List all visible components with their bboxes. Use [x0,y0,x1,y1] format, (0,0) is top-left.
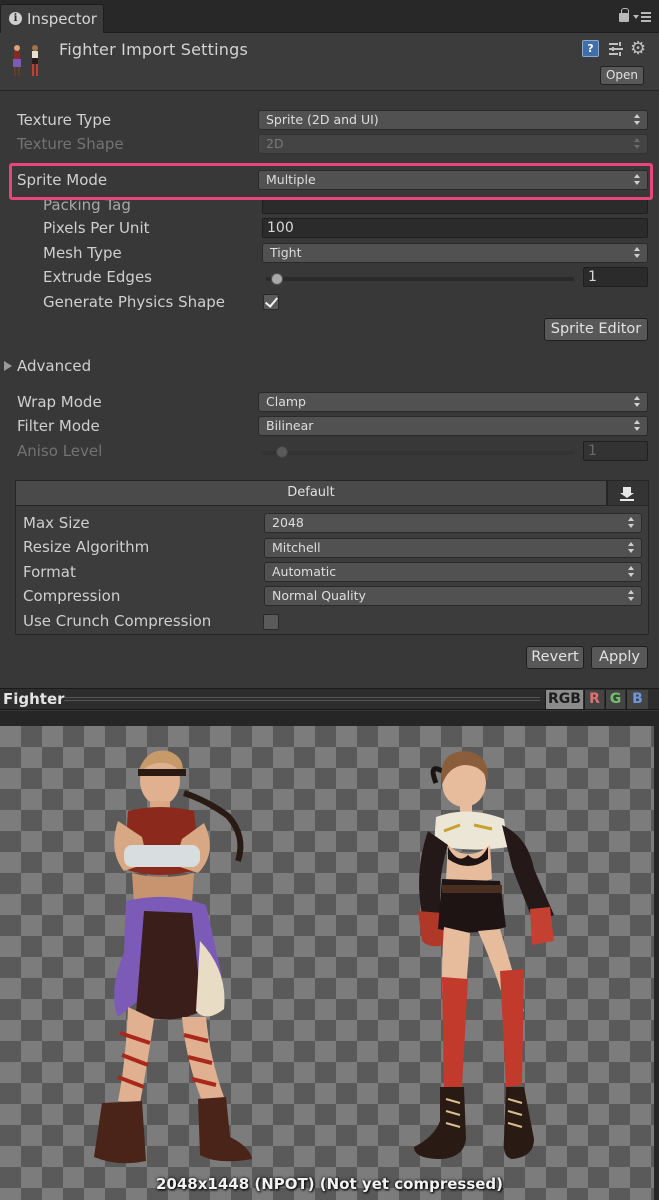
format-value: Automatic [272,564,337,579]
resize-algorithm-dropdown[interactable]: Mitchell [264,538,642,558]
max-size-value: 2048 [272,515,304,530]
channel-g-button[interactable]: G [605,690,625,709]
compression-value: Normal Quality [272,588,366,603]
texture-type-value: Sprite (2D and UI) [266,112,379,127]
foldout-arrow-icon[interactable] [4,361,12,371]
use-crunch-compression-checkbox[interactable] [263,614,279,630]
channel-b-button[interactable]: B [626,690,648,709]
download-icon[interactable] [607,480,649,506]
max-size-label: Max Size [23,514,90,532]
pixels-per-unit-field[interactable]: 100 [262,218,648,238]
texture-shape-dropdown: 2D [258,134,648,154]
wrap-mode-dropdown[interactable]: Clamp [258,392,648,412]
dropdown-arrows-icon [634,396,640,408]
texture-type-dropdown[interactable]: Sprite (2D and UI) [258,110,648,130]
tab-menu-icon[interactable] [633,12,651,22]
aniso-level-slider [262,451,574,455]
channel-rgb-button[interactable]: RGB [545,690,583,709]
preset-icon[interactable] [608,41,624,57]
dropdown-arrows-icon [634,247,640,259]
texture-type-label: Texture Type [17,111,112,129]
aniso-level-field: 1 [583,441,648,461]
female-fighter-sprite [414,751,554,1159]
header-title: Fighter Import Settings [59,40,248,59]
compression-label: Compression [23,587,121,605]
info-icon: i [9,12,22,25]
dropdown-arrows-icon [634,114,640,126]
mesh-type-value: Tight [270,245,302,260]
tab-inspector[interactable]: i Inspector [0,4,104,33]
wrap-mode-value: Clamp [266,394,306,409]
tab-inspector-label: Inspector [27,10,97,28]
gear-icon[interactable]: ⚙ [630,38,646,59]
dropdown-arrows-icon [634,420,640,432]
extrude-edges-label: Extrude Edges [43,268,152,286]
resize-algorithm-label: Resize Algorithm [23,538,150,556]
lock-icon[interactable] [619,8,629,22]
texture-shape-value: 2D [266,136,284,151]
tab-bar: i Inspector [0,0,659,33]
advanced-foldout-label[interactable]: Advanced [17,357,91,375]
dropdown-arrows-icon [628,517,634,529]
extrude-edges-slider-thumb[interactable] [271,273,283,285]
generate-physics-shape-label: Generate Physics Shape [43,293,226,311]
dropdown-arrows-icon [628,542,634,554]
filter-mode-value: Bilinear [266,418,314,433]
apply-button[interactable]: Apply [591,646,648,669]
resize-algorithm-value: Mitchell [272,540,321,555]
aniso-level-slider-thumb [276,446,288,458]
extrude-edges-field[interactable]: 1 [583,267,648,287]
help-icon[interactable]: ? [582,40,599,57]
inspector-header: Fighter Import Settings ? ⚙ Open [0,33,659,91]
revert-button[interactable]: Revert [526,646,584,669]
preview-title: Fighter [3,690,65,708]
dropdown-arrows-icon [634,138,640,150]
filter-mode-label: Filter Mode [17,417,100,435]
filter-mode-dropdown[interactable]: Bilinear [258,416,648,436]
mesh-type-dropdown[interactable]: Tight [262,243,648,263]
dropdown-arrows-icon [628,566,634,578]
sprite-mode-highlight [9,163,653,200]
resize-grip[interactable] [64,697,540,703]
texture-info-text: 2048x1448 (NPOT) (Not yet compressed) [155,1175,504,1193]
open-button[interactable]: Open [600,66,644,85]
extrude-edges-slider[interactable] [266,277,574,281]
wrap-mode-label: Wrap Mode [17,393,102,411]
sprite-editor-button[interactable]: Sprite Editor [544,318,648,341]
use-crunch-compression-label: Use Crunch Compression [23,612,212,630]
pixels-per-unit-label: Pixels Per Unit [43,219,150,237]
generate-physics-shape-checkbox[interactable] [263,294,279,310]
format-label: Format [23,563,76,581]
compression-dropdown[interactable]: Normal Quality [264,586,642,606]
max-size-dropdown[interactable]: 2048 [264,513,642,533]
preview-toolbar: Fighter RGB R G B [0,688,659,710]
mesh-type-label: Mesh Type [43,244,122,262]
format-dropdown[interactable]: Automatic [264,562,642,582]
packing-tag-field[interactable] [262,198,648,214]
dropdown-arrows-icon [628,590,634,602]
sprite-thumbnail-icon [13,45,38,76]
platform-tab-default[interactable]: Default [15,480,607,506]
channel-r-button[interactable]: R [584,690,604,709]
texture-shape-label: Texture Shape [17,135,124,153]
male-fighter-sprite [94,750,252,1164]
aniso-level-label: Aniso Level [17,442,103,460]
texture-preview: 2048x1448 (NPOT) (Not yet compressed) [0,711,659,1200]
